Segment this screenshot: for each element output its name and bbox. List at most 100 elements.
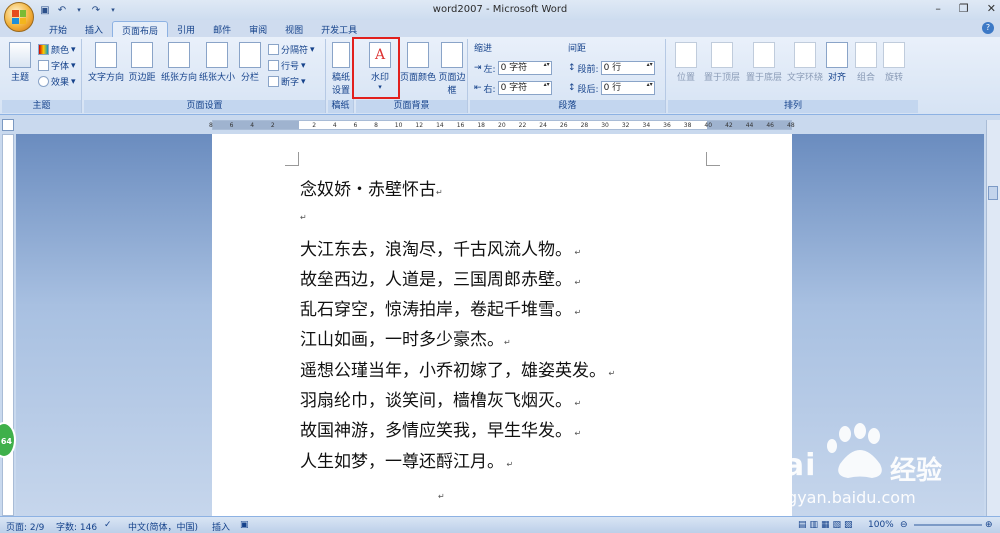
group-themes: 主题 颜色 ▾ 字体 ▾ 效果 ▾ 主题 [2,39,82,113]
theme-effects-button[interactable]: 效果 ▾ [38,75,76,88]
tab-insert[interactable]: 插入 [76,21,112,37]
theme-fonts-button[interactable]: 字体 ▾ [38,59,76,72]
watermark-brand: Bai [760,448,817,483]
indent-left-input[interactable]: 0 字符 [497,61,552,75]
zoom-level[interactable]: 100% [868,520,894,530]
effects-icon [38,76,49,87]
spacing-after-input[interactable]: 0 行 [600,81,655,95]
document-title[interactable]: 念奴娇・赤壁怀古↵ [300,175,443,200]
group-label-themes: 主题 [2,100,81,113]
columns-button[interactable]: 分栏 [236,42,264,83]
document-line[interactable]: 羽扇纶巾，谈笑间，樯橹灰飞烟灭。 ↵ [300,386,581,411]
paper-size-icon [206,42,228,68]
status-page[interactable]: 页面: 2/9 [6,520,44,533]
ribbon: 主题 颜色 ▾ 字体 ▾ 效果 ▾ 主题 文字方向 页边距 纸张方向 纸张大小 分栏 … [0,37,1000,115]
send-back-button[interactable]: 置于底层 [744,42,784,83]
document-line[interactable]: 乱石穿空，惊涛拍岸，卷起千堆雪。 ↵ [300,295,581,320]
line-numbers-button[interactable]: 行号 ▾ [268,59,306,72]
document-line[interactable]: 故国神游，多情应笑我，早生华发。 ↵ [300,416,581,441]
text-direction-button[interactable]: 文字方向 [88,42,124,83]
minimize-icon[interactable]: – [935,2,941,15]
document-line[interactable]: 人生如梦，一尊还酹江月。 ↵ [300,447,513,472]
page-borders-button[interactable]: 页面边框 [438,42,466,96]
view-buttons[interactable]: ▤▥▦▧▨ [798,520,856,530]
spacing-before: ↕ 段前: 0 行 [568,61,655,75]
ruler-tick-label: 44 [745,122,754,129]
status-bar: 页面: 2/9 字数: 146 ✓ 中文(简体，中国) 插入 ▣ ▤▥▦▧▨ 1… [0,516,1000,533]
document-line[interactable]: 江山如画，一时多少豪杰。↵ [300,325,511,350]
indent-right-icon: ⇤ [474,83,482,93]
hyphenation-icon [268,76,279,87]
spacing-label: 间距 [568,44,587,54]
draft-settings-button[interactable]: 稿纸设置 [328,42,354,96]
indent-right-input[interactable]: 0 字符 [497,81,552,95]
spacing-before-input[interactable]: 0 行 [600,61,655,75]
spacing-after: ↕ 段后: 0 行 [568,81,655,95]
group-arrange: 位置 置于顶层 置于底层 文字环绕 对齐 组合 旋转 排列 [668,39,918,113]
paragraph-mark: ↵ [504,338,511,347]
ruler-tick-label: 38 [683,122,692,129]
empty-paragraph[interactable]: ↵ [438,484,445,504]
paragraph-mark: ↵ [504,460,514,469]
align-button[interactable]: 对齐 [826,42,848,83]
group-page-setup: 文字方向 页边距 纸张方向 纸张大小 分栏 分隔符 ▾ 行号 ▾ 断字 ▾ 页面设置 [84,39,326,113]
document-line[interactable]: 遥想公瑾当年，小乔初嫁了，雄姿英发。 ↵ [300,356,615,381]
ruler-tick-label: 4 [250,122,255,129]
rotate-button[interactable]: 旋转 [882,42,906,83]
document-line[interactable]: 大江东去，浪淘尽，千古风流人物。 ↵ [300,235,581,260]
page-color-button[interactable]: 页面颜色 [400,42,436,83]
horizontal-ruler[interactable]: 8 6 4 2 2 4 6 8 10 12 14 16 18 20 22 24 26 28 30 32 34 36 38 40… [209,120,795,130]
theme-colors-button[interactable]: 颜色 ▾ [38,43,76,56]
ruler-tick-label: 2 [312,122,317,129]
tab-developer[interactable]: 开发工具 [312,21,366,37]
paragraph-mark: ↵ [572,429,582,438]
rotate-icon [883,42,905,68]
ruler-tick-label: 40 [704,122,713,129]
watermark-url: jingyan.baidu.com [768,488,916,507]
zoom-out-icon[interactable]: ⊖ [900,520,908,530]
themes-icon [9,42,31,68]
themes-button[interactable]: 主题 [6,42,34,83]
ruler-tick-label: 6 [353,122,358,129]
scrollbar-thumb[interactable] [988,186,998,200]
status-language[interactable]: 中文(简体，中国) [128,520,198,533]
macro-record-icon[interactable]: ▣ [240,520,249,530]
breaks-button[interactable]: 分隔符 ▾ [268,43,315,56]
spelling-check-icon[interactable]: ✓ [104,520,112,530]
bring-front-button[interactable]: 置于顶层 [702,42,742,83]
tab-page-layout[interactable]: 页面布局 [112,21,169,37]
office-button[interactable] [4,2,34,32]
ribbon-tabs: 开始 插入 页面布局 引用 邮件 审阅 视图 开发工具 [0,20,1000,37]
columns-icon [239,42,261,68]
document-line[interactable]: 故垒西边，人道是，三国周郎赤壁。 ↵ [300,265,581,290]
tab-home[interactable]: 开始 [40,21,76,37]
group-paragraph: 缩进 间距 ⇥左:0 字符 ⇤右:0 字符 ↕段前:0 行 ↕段后:0 行 段落 [470,39,666,113]
tab-references[interactable]: 引用 [168,21,204,37]
wrap-text-button[interactable]: 文字环绕 [786,42,824,83]
group-label-arrange: 排列 [668,100,918,113]
empty-paragraph[interactable]: ↵ [300,205,307,225]
restore-icon[interactable]: ❐ [959,2,969,15]
ruler-tick-label: 20 [498,122,506,129]
help-icon[interactable]: ? [982,22,994,34]
size-button[interactable]: 纸张大小 [198,42,236,83]
ruler-tick-label: 26 [559,122,568,129]
watermark-brand-cn: 经验 [890,456,943,486]
zoom-slider[interactable] [914,524,982,526]
orientation-button[interactable]: 纸张方向 [160,42,198,83]
status-word-count[interactable]: 字数: 146 [56,520,97,533]
hyphenation-button[interactable]: 断字 ▾ [268,75,306,88]
close-icon[interactable]: ✕ [987,2,996,15]
tab-review[interactable]: 审阅 [240,21,276,37]
zoom-in-icon[interactable]: ⊕ [985,520,993,530]
margins-button[interactable]: 页边距 [126,42,158,83]
position-button[interactable]: 位置 [672,42,700,83]
window-controls: – ❐ ✕ [935,2,996,15]
group-label-page-setup: 页面设置 [84,100,325,113]
status-mode[interactable]: 插入 [212,520,230,533]
tab-mailings[interactable]: 邮件 [204,21,240,37]
group-button[interactable]: 组合 [854,42,878,83]
tab-selector-icon[interactable] [2,119,14,131]
tab-view[interactable]: 视图 [276,21,312,37]
margins-icon [131,42,153,68]
